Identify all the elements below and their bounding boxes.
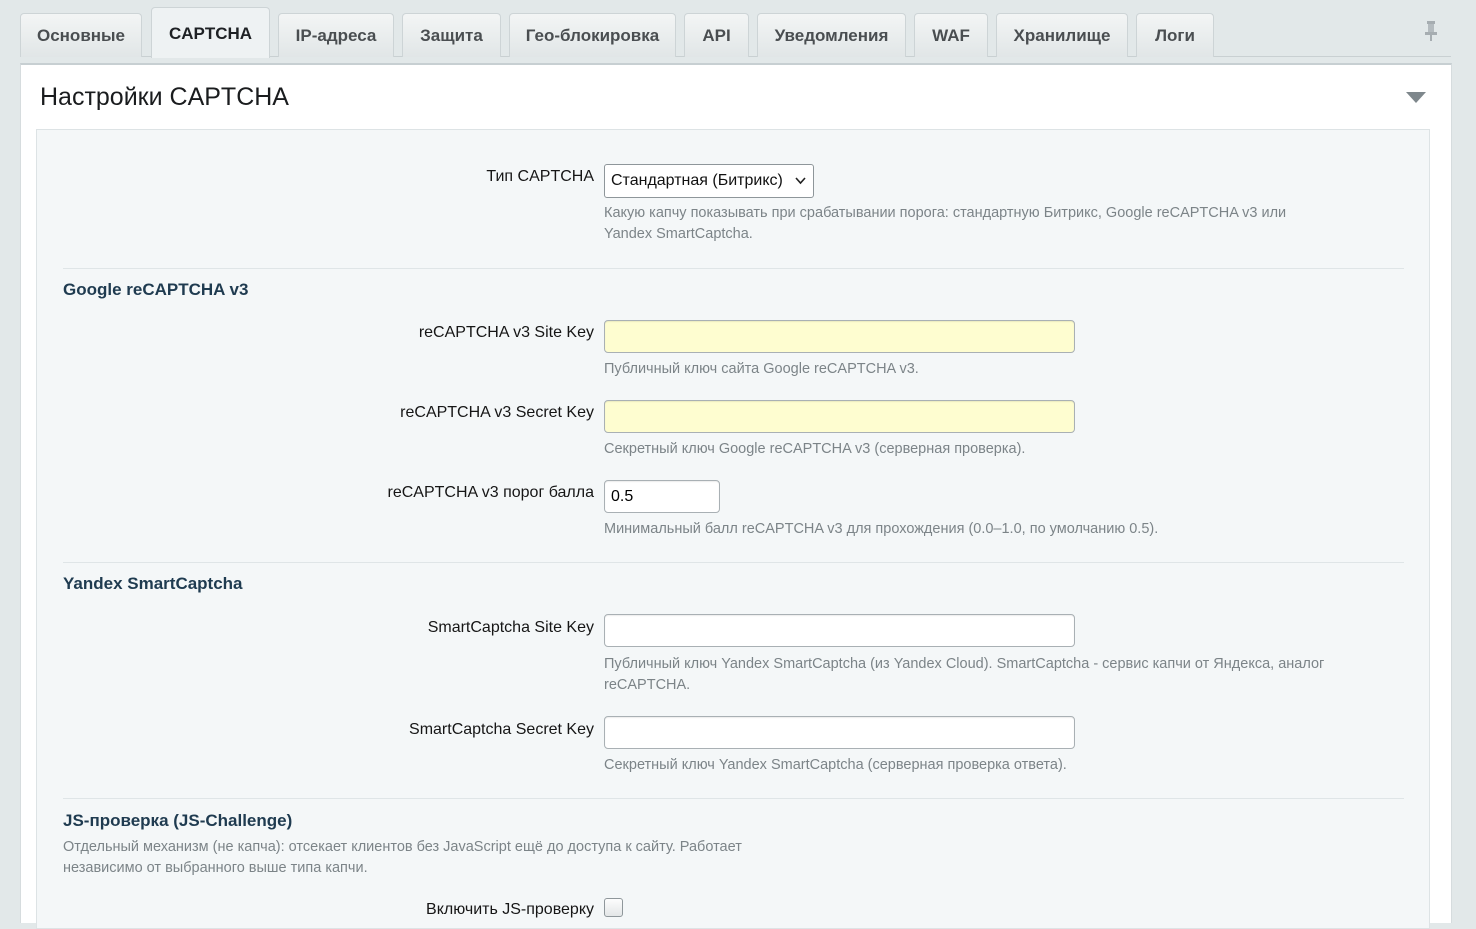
smartcaptcha-secret-key-help: Секретный ключ Yandex SmartCaptcha (серв… bbox=[604, 757, 1067, 773]
recaptcha-secret-key-help: Секретный ключ Google reCAPTCHA v3 (серв… bbox=[604, 441, 1026, 457]
smartcaptcha-secret-key-label: SmartCaptcha Secret Key bbox=[409, 721, 594, 738]
js-check-section-title: JS-проверка (JS-Challenge) bbox=[63, 811, 293, 830]
js-check-enable-checkbox[interactable] bbox=[604, 898, 623, 917]
triangle-down-icon[interactable] bbox=[1406, 92, 1426, 104]
recaptcha-threshold-help: Минимальный балл reCAPTCHA v3 для прохож… bbox=[604, 521, 1159, 537]
tab-waf[interactable]: WAF bbox=[914, 13, 988, 57]
tab-protection[interactable]: Защита bbox=[402, 13, 501, 57]
recaptcha-secret-key-label: reCAPTCHA v3 Secret Key bbox=[400, 404, 594, 421]
recaptcha-threshold-label: reCAPTCHA v3 порог балла bbox=[387, 484, 595, 501]
captcha-settings-panel: Настройки CAPTCHA Тип CAPTCHA Стандартна… bbox=[20, 63, 1452, 929]
settings-form: Тип CAPTCHA Стандартная (Битрикс) Какую … bbox=[36, 129, 1430, 929]
tab-notifications[interactable]: Уведомления bbox=[757, 13, 906, 57]
recaptcha-threshold-input[interactable] bbox=[604, 480, 720, 513]
tab-main[interactable]: Основные bbox=[20, 13, 142, 57]
recaptcha-section-title: Google reCAPTCHA v3 bbox=[63, 280, 249, 299]
panel-title: Настройки CAPTCHA bbox=[40, 83, 289, 111]
captcha-type-help: Какую капчу показывать при срабатывании … bbox=[604, 205, 1287, 242]
captcha-type-selected-value: Стандартная (Битрикс) bbox=[611, 172, 783, 189]
smartcaptcha-secret-key-input[interactable] bbox=[604, 716, 1075, 749]
recaptcha-secret-key-input[interactable] bbox=[604, 400, 1075, 433]
section-divider bbox=[63, 268, 1404, 269]
tab-captcha[interactable]: CAPTCHA bbox=[151, 7, 270, 58]
smartcaptcha-site-key-input[interactable] bbox=[604, 614, 1075, 647]
js-check-enable-label: Включить JS-проверку bbox=[426, 901, 594, 918]
recaptcha-site-key-label: reCAPTCHA v3 Site Key bbox=[418, 324, 594, 341]
captcha-type-select[interactable]: Стандартная (Битрикс) bbox=[604, 164, 814, 198]
js-check-description: Отдельный механизм (не капча): отсекает … bbox=[63, 839, 742, 876]
tab-storage[interactable]: Хранилище bbox=[996, 13, 1128, 57]
captcha-type-label: Тип CAPTCHA bbox=[486, 168, 594, 185]
chevron-down-icon bbox=[795, 177, 806, 185]
recaptcha-site-key-input[interactable] bbox=[604, 320, 1075, 353]
section-divider bbox=[63, 798, 1404, 799]
pin-icon[interactable] bbox=[1423, 20, 1439, 42]
tab-ip-addresses[interactable]: IP-адреса bbox=[278, 13, 394, 57]
tab-api[interactable]: API bbox=[684, 13, 749, 57]
tab-bar: Основные CAPTCHA IP-адреса Защита Гео-бл… bbox=[20, 0, 1451, 58]
recaptcha-site-key-help: Публичный ключ сайта Google reCAPTCHA v3… bbox=[604, 361, 919, 377]
tab-logs[interactable]: Логи bbox=[1136, 13, 1214, 57]
smartcaptcha-site-key-help: Публичный ключ Yandex SmartCaptcha (из Y… bbox=[604, 656, 1325, 693]
section-divider bbox=[63, 562, 1404, 563]
smartcaptcha-section-title: Yandex SmartCaptcha bbox=[63, 574, 243, 593]
tab-geo-blocking[interactable]: Гео-блокировка bbox=[509, 13, 676, 57]
smartcaptcha-site-key-label: SmartCaptcha Site Key bbox=[427, 619, 594, 636]
